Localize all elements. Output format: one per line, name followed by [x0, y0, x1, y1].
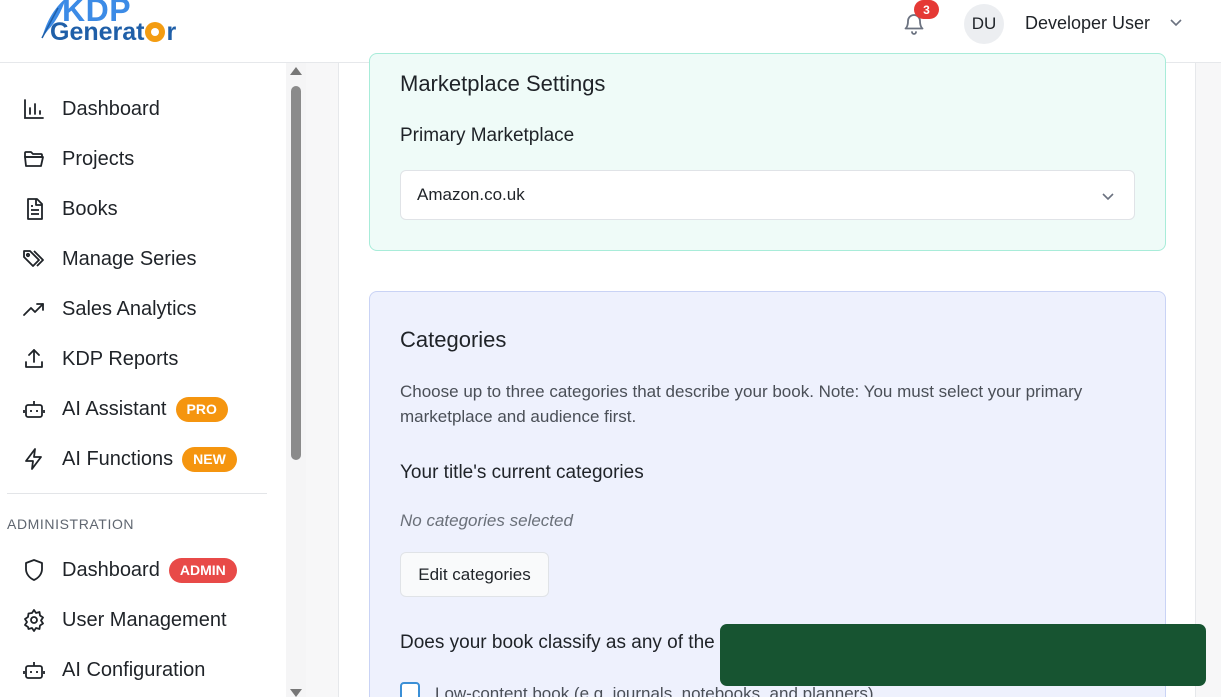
sidebar-item-ai-assistant[interactable]: AI Assistant PRO [22, 394, 228, 424]
scroll-down-arrow-icon[interactable] [290, 689, 302, 697]
logo-generator-text: Generat r [50, 18, 177, 46]
upload-icon [25, 349, 43, 368]
admin-badge: ADMIN [168, 557, 237, 583]
primary-marketplace-label: Primary Marketplace [400, 125, 575, 146]
sidebar-divider [7, 493, 267, 494]
sidebar-item-label: Books [62, 197, 118, 220]
sidebar-item-label: Dashboard [62, 97, 160, 120]
folder-icon [24, 151, 44, 167]
sidebar-item-label: Dashboard [62, 558, 160, 581]
no-categories-text: No categories selected [400, 511, 573, 530]
sidebar-item-label: Manage Series [62, 247, 197, 270]
scroll-up-arrow-icon[interactable] [290, 67, 302, 75]
sidebar-item-user-management[interactable]: User Management [22, 605, 227, 635]
sidebar-item-label: AI Assistant [62, 397, 167, 420]
toast-notification[interactable] [720, 624, 1206, 686]
selected-marketplace: Amazon.co.uk [417, 185, 525, 204]
sidebar-item-label: KDP Reports [62, 347, 179, 370]
sidebar-item-kdp-reports[interactable]: KDP Reports [22, 344, 178, 374]
sidebar-item-sales-analytics[interactable]: Sales Analytics [22, 294, 197, 324]
pro-badge: PRO [175, 396, 228, 422]
user-name[interactable]: Developer User [1025, 13, 1150, 34]
notification-count-badge: 3 [914, 0, 939, 19]
sidebar-item-dashboard[interactable]: Dashboard [22, 94, 160, 124]
classify-heading: Does your book classify as any of the [400, 632, 715, 653]
sidebar-item-admin-dashboard[interactable]: Dashboard ADMIN [22, 555, 237, 585]
categories-title: Categories [400, 327, 507, 352]
bar-chart-icon [24, 99, 44, 119]
primary-marketplace-select[interactable]: Amazon.co.uk [400, 170, 1135, 220]
categories-description: Choose up to three categories that descr… [400, 382, 1083, 426]
sidebar-item-projects[interactable]: Projects [22, 144, 134, 174]
kdp-generator-logo[interactable]: KDP Generat r [34, 0, 194, 50]
sidebar: Dashboard Projects Books Manage Series S… [0, 63, 306, 697]
sidebar-item-ai-configuration[interactable]: AI Configuration [22, 655, 205, 685]
logo-o-icon [145, 22, 166, 42]
low-content-checkbox[interactable] [400, 682, 420, 697]
robot-icon [23, 662, 45, 679]
scrollbar-thumb[interactable] [291, 86, 301, 460]
new-badge: NEW [182, 446, 237, 472]
marketplace-settings-card: Marketplace Settings Primary Marketplace… [369, 53, 1166, 251]
document-icon [27, 198, 43, 220]
lightning-icon [25, 448, 42, 470]
gear-icon [24, 609, 44, 632]
sidebar-item-label: User Management [62, 608, 227, 631]
sidebar-item-ai-functions[interactable]: AI Functions NEW [22, 444, 237, 474]
main-content: Marketplace Settings Primary Marketplace… [338, 53, 1196, 697]
avatar[interactable]: DU [964, 4, 1004, 44]
current-categories-heading: Your title's current categories [400, 462, 644, 483]
chevron-down-icon[interactable] [1168, 14, 1184, 30]
edit-categories-button[interactable]: Edit categories [400, 552, 549, 597]
sidebar-item-manage-series[interactable]: Manage Series [22, 244, 197, 274]
robot-icon [23, 401, 45, 418]
shield-icon [25, 559, 43, 581]
sidebar-item-label: AI Configuration [62, 658, 206, 681]
admin-section-title: ADMINISTRATION [7, 516, 135, 532]
trending-up-icon [23, 303, 44, 316]
sidebar-item-label: Sales Analytics [62, 297, 197, 320]
chevron-down-icon [1102, 193, 1114, 201]
sidebar-item-books[interactable]: Books [22, 194, 118, 224]
marketplace-settings-title: Marketplace Settings [400, 71, 606, 96]
tags-icon [23, 250, 44, 267]
sidebar-item-label: AI Functions [62, 447, 174, 470]
sidebar-item-label: Projects [62, 147, 135, 170]
